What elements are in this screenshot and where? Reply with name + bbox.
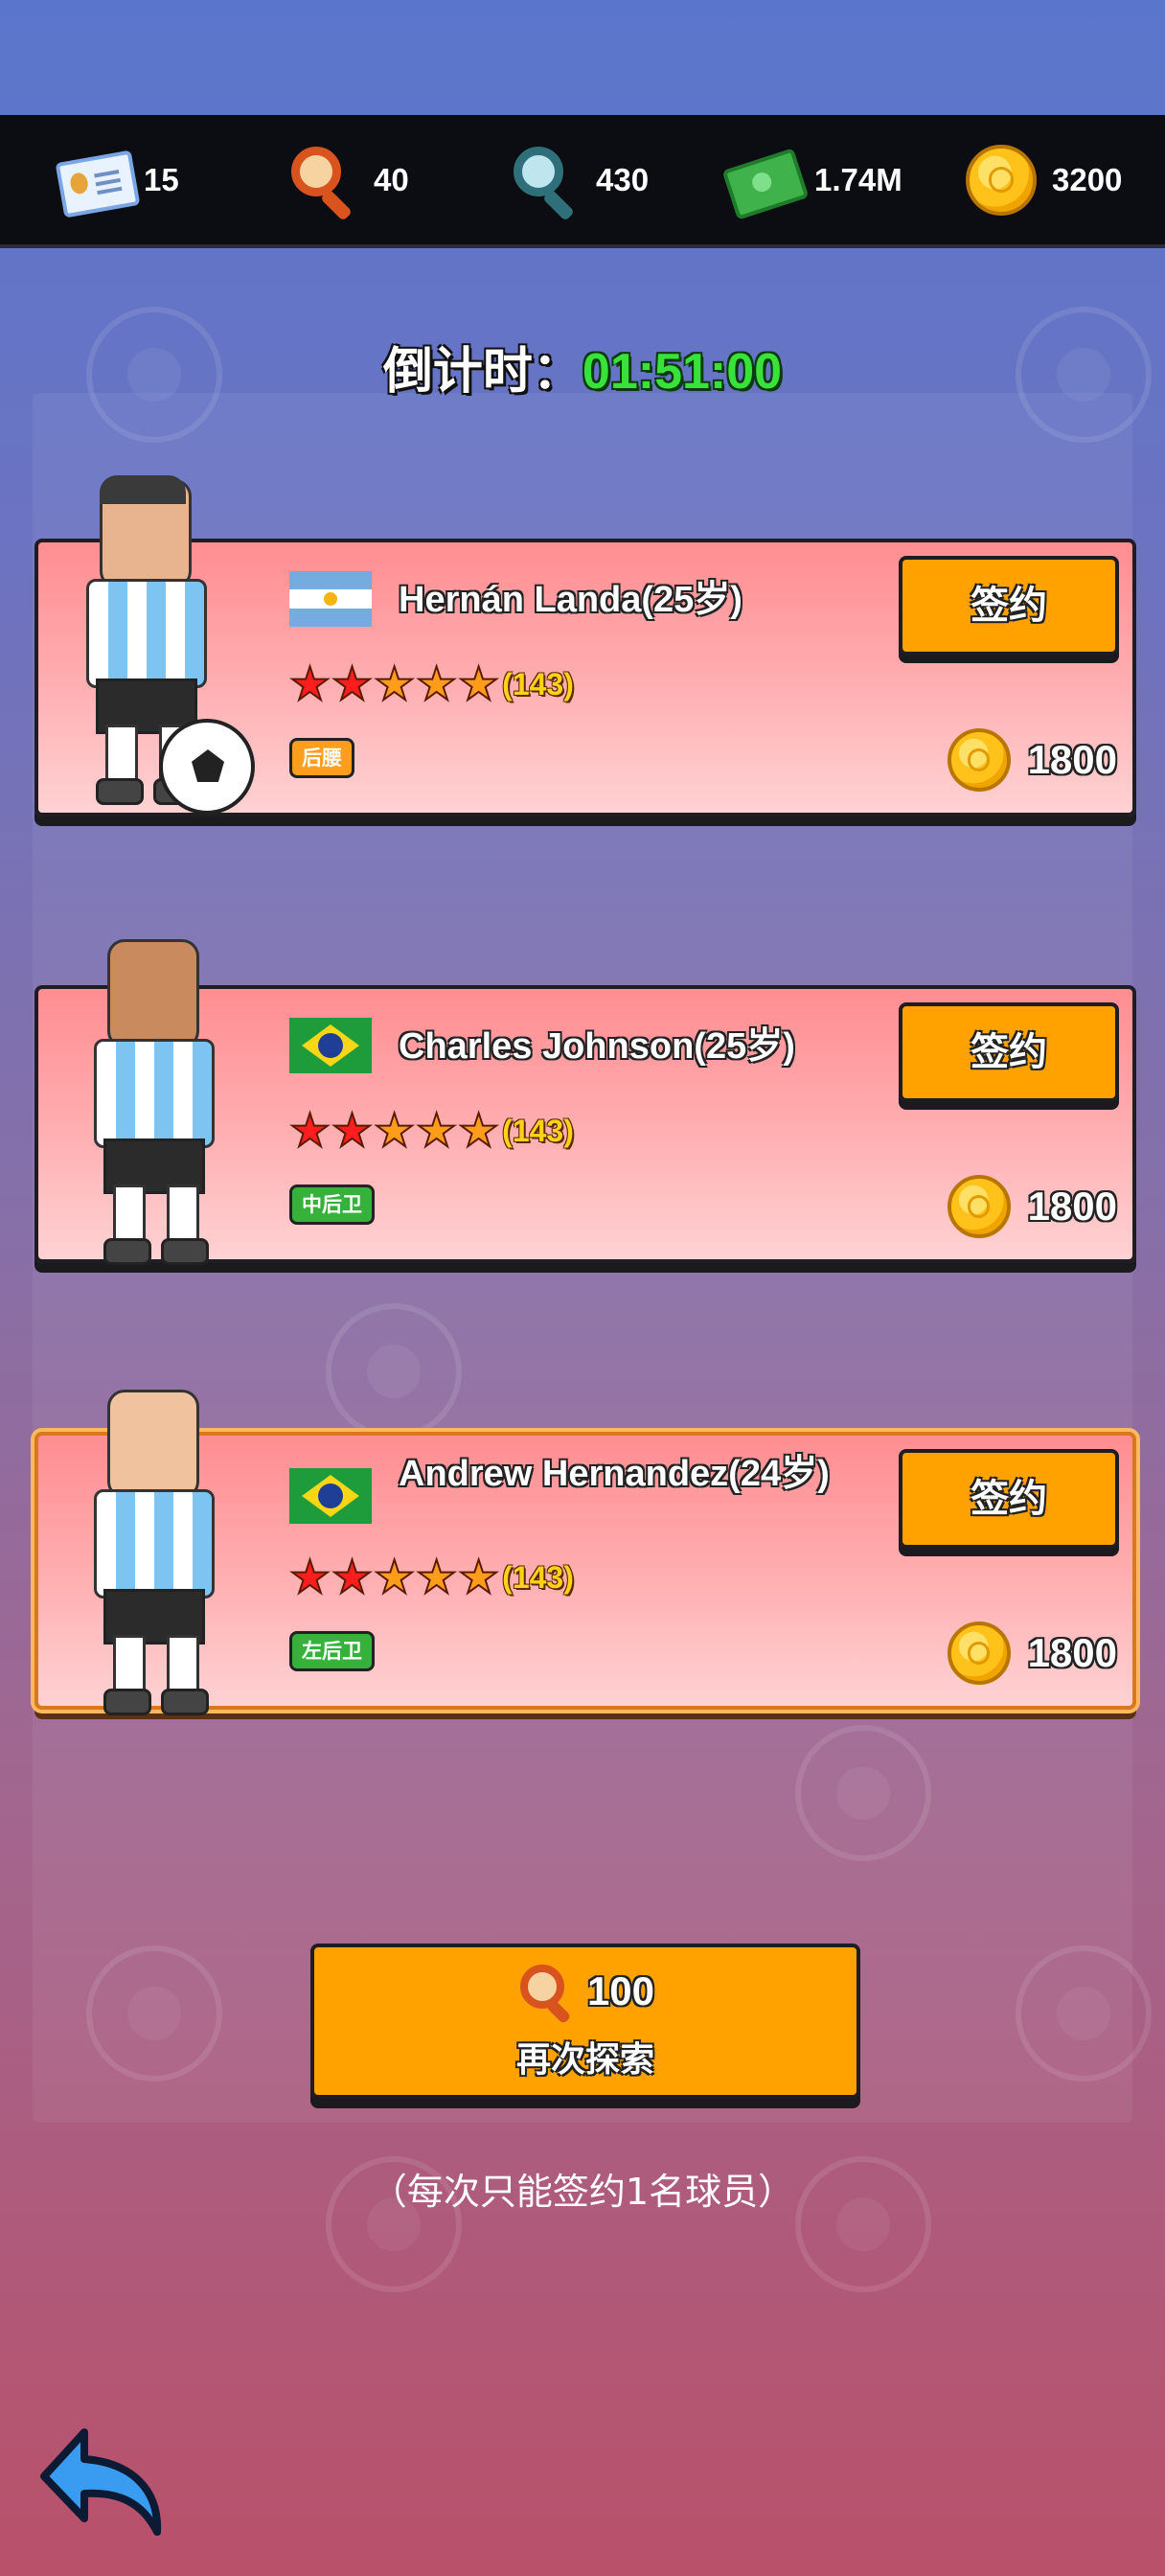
sign-button[interactable]: 签约: [899, 556, 1119, 656]
position-badge: 左后卫: [289, 1631, 375, 1671]
price: 1800: [947, 1175, 1117, 1238]
price-value: 1800: [1027, 737, 1117, 782]
player-name: Hernán Landa(25岁): [399, 580, 742, 620]
gold-coin-icon: [962, 141, 1040, 219]
resource-orange-magnifier: 40: [284, 115, 409, 244]
star-empty-icon: ★: [373, 1551, 416, 1604]
explore-again-label: 再次探索: [515, 2040, 654, 2080]
resource-value: 430: [596, 161, 650, 197]
price-value: 1800: [1027, 1184, 1117, 1229]
soccer-ball-pattern-icon: [326, 1303, 462, 1439]
soccer-ball-pattern-icon: [86, 1945, 222, 2082]
star-filled-icon: ★: [331, 1104, 374, 1158]
explore-cost-value: 100: [586, 1968, 655, 2013]
price-value: 1800: [1027, 1630, 1117, 1675]
soccer-ball-pattern-icon: [795, 1725, 931, 1861]
star-filled-icon: ★: [331, 1551, 374, 1604]
player-name: Andrew Hernandez(24岁): [399, 1454, 830, 1494]
countdown: 倒计时：01:51:00: [0, 331, 1165, 402]
countdown-time: 01:51:00: [582, 344, 783, 400]
player-avatar: [59, 475, 255, 815]
resource-bar: 15 40 430 1.74M 3200: [0, 115, 1165, 248]
position-badge: 中后卫: [289, 1184, 375, 1225]
star-filled-icon: ★: [288, 1551, 331, 1604]
star-rating: ★ ★ ★ ★ ★ (143): [288, 1104, 574, 1158]
argentina-flag-icon: [289, 571, 372, 627]
resource-value: 40: [374, 161, 409, 197]
back-arrow-icon: [40, 2428, 162, 2536]
star-rating: ★ ★ ★ ★ ★ (143): [288, 657, 574, 711]
orange-magnifier-icon: [516, 1965, 574, 2025]
countdown-label: 倒计时：: [382, 343, 582, 401]
player-name: Charles Johnson(25岁): [399, 1026, 795, 1067]
player-avatar: [67, 1390, 240, 1715]
star-filled-icon: ★: [288, 1104, 331, 1158]
gold-coin-icon: [947, 1175, 1011, 1238]
resource-value: 1.74M: [814, 161, 902, 197]
resource-cash: 1.74M: [721, 115, 902, 244]
license-card-icon: [54, 141, 141, 219]
star-empty-icon: ★: [415, 1551, 458, 1604]
cash-icon: [721, 141, 810, 220]
rating-value: (143): [502, 666, 574, 702]
blue-magnifier-icon: [506, 141, 584, 221]
brazil-flag-icon: [289, 1018, 372, 1073]
star-empty-icon: ★: [457, 1104, 500, 1158]
brazil-flag-icon: [289, 1468, 372, 1524]
star-rating: ★ ★ ★ ★ ★ (143): [288, 1551, 574, 1604]
rating-value: (143): [502, 1113, 574, 1148]
rating-value: (143): [502, 1559, 574, 1595]
star-empty-icon: ★: [373, 1104, 416, 1158]
resource-license: 15: [54, 115, 179, 244]
star-filled-icon: ★: [288, 657, 331, 711]
sign-button[interactable]: 签约: [899, 1002, 1119, 1102]
gold-coin-icon: [947, 728, 1011, 792]
soccer-ball-pattern-icon: [1016, 1945, 1152, 2082]
star-empty-icon: ★: [373, 657, 416, 711]
star-empty-icon: ★: [415, 657, 458, 711]
gold-coin-icon: [947, 1622, 1011, 1685]
sign-limit-note: （每次只能签约1名球员）: [370, 2171, 795, 2213]
star-empty-icon: ★: [415, 1104, 458, 1158]
resource-value: 15: [144, 161, 179, 197]
price: 1800: [947, 1622, 1117, 1685]
sign-button[interactable]: 签约: [899, 1449, 1119, 1549]
resource-value: 3200: [1052, 161, 1123, 197]
position-badge: 后腰: [289, 738, 354, 778]
star-empty-icon: ★: [457, 657, 500, 711]
player-avatar: [67, 939, 240, 1265]
star-empty-icon: ★: [457, 1551, 500, 1604]
star-filled-icon: ★: [331, 657, 374, 711]
back-button[interactable]: [38, 2425, 172, 2540]
resource-coins: 3200: [962, 115, 1122, 244]
orange-magnifier-icon: [284, 141, 362, 221]
resource-blue-magnifier: 430: [506, 115, 649, 244]
soccer-ball-icon: [159, 719, 255, 815]
explore-again-button[interactable]: 100 再次探索: [310, 1944, 860, 2099]
price: 1800: [947, 728, 1117, 792]
explore-cost: 100: [314, 1965, 857, 2025]
